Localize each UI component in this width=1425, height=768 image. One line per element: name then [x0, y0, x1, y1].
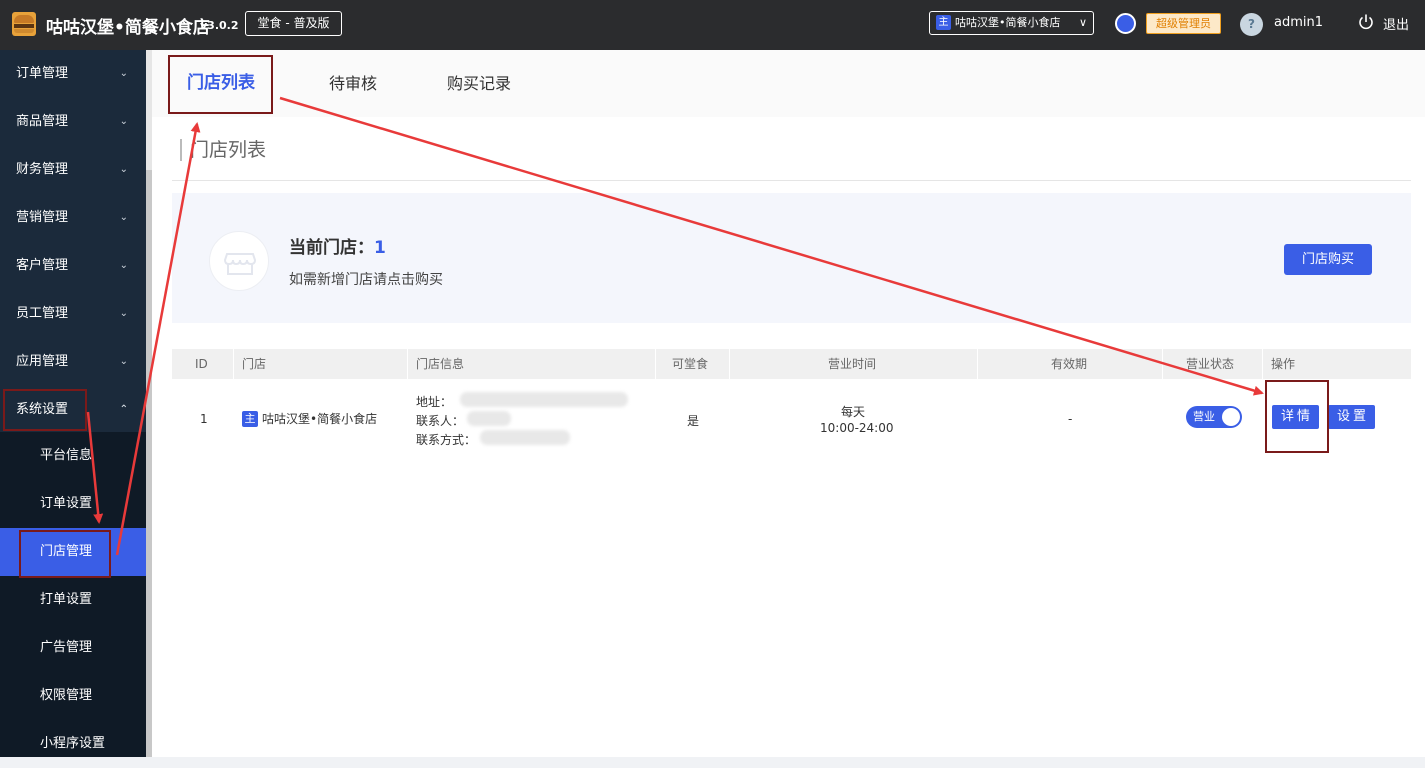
cell-hours-time: 10:00-24:00	[820, 421, 894, 435]
sidebar-item-label: 订单管理	[16, 66, 69, 81]
banner-description: 如需新增门店请点击购买	[289, 272, 443, 288]
sidebar-subitem-label: 平台信息	[40, 448, 93, 463]
status-dot-icon[interactable]	[1115, 13, 1136, 34]
current-store-heading: 当前门店：1	[289, 233, 386, 258]
redacted-address	[460, 392, 628, 407]
shop-icon	[209, 231, 269, 291]
column-header-store: 门店	[242, 357, 267, 371]
buy-store-button[interactable]: 门店购买	[1284, 244, 1372, 275]
toggle-knob	[1222, 408, 1240, 426]
sidebar-item-products[interactable]: 商品管理 ⌄	[0, 98, 146, 146]
burger-logo-icon	[12, 12, 36, 36]
system-settings-submenu: 平台信息 订单设置 门店管理 打单设置 广告管理 权限管理 小程序设置	[0, 432, 146, 757]
sidebar-subitem-order-settings[interactable]: 订单设置	[0, 480, 146, 528]
cell-validity: -	[1068, 412, 1073, 426]
page-title: 门店列表	[180, 139, 266, 161]
top-bar: 咕咕汉堡•简餐小食店 v3.0.2 堂食 - 普及版 主咕咕汉堡•简餐小食店 ∨…	[0, 0, 1425, 50]
logout-button[interactable]: 退出	[1383, 14, 1409, 33]
redacted-contact	[467, 411, 511, 426]
chevron-up-icon: ⌃	[119, 404, 128, 415]
tab-bar: 门店列表 待审核 购买记录	[152, 50, 1425, 117]
store-selector-label: 咕咕汉堡•简餐小食店	[955, 16, 1061, 29]
sidebar-subitem-label: 广告管理	[40, 640, 93, 655]
power-icon[interactable]	[1358, 13, 1374, 31]
chevron-down-icon: ⌄	[119, 356, 128, 367]
business-status-toggle[interactable]: 营业	[1186, 406, 1242, 428]
chevron-down-icon: ⌄	[119, 68, 128, 79]
role-badge: 超级管理员	[1146, 13, 1221, 34]
sidebar-item-marketing[interactable]: 营销管理 ⌄	[0, 194, 146, 242]
tab-pending-review[interactable]: 待审核	[329, 50, 377, 117]
phone-label: 联系方式：	[416, 433, 477, 447]
sidebar-item-label: 应用管理	[16, 354, 69, 369]
table-header: ID 门店 门店信息 可堂食 营业时间 有效期 营业状态 操作	[172, 349, 1411, 379]
sidebar-subitem-ads[interactable]: 广告管理	[0, 624, 146, 672]
avatar[interactable]: ?	[1240, 13, 1263, 36]
cell-hours-days: 每天	[841, 405, 866, 419]
app-title: 咕咕汉堡•简餐小食店	[46, 18, 210, 38]
sidebar-item-label: 商品管理	[16, 114, 69, 129]
toggle-label: 营业	[1193, 410, 1215, 423]
username[interactable]: admin1	[1274, 15, 1323, 30]
edition-badge[interactable]: 堂食 - 普及版	[245, 11, 342, 36]
highlight-box-store-management	[19, 530, 111, 578]
main-store-tag: 主	[242, 410, 258, 427]
sidebar-subitem-print-settings[interactable]: 打单设置	[0, 576, 146, 624]
divider	[172, 180, 1411, 181]
sidebar-subitem-miniprogram[interactable]: 小程序设置	[0, 720, 146, 768]
sidebar-item-finance[interactable]: 财务管理 ⌄	[0, 146, 146, 194]
column-header-store-info: 门店信息	[416, 357, 465, 371]
highlight-box-store-list-tab	[168, 55, 273, 114]
redacted-phone	[480, 430, 570, 445]
column-header-validity: 有效期	[1051, 357, 1088, 371]
address-label: 地址：	[416, 395, 453, 409]
sidebar-item-label: 客户管理	[16, 258, 69, 273]
column-header-id: ID	[195, 357, 208, 371]
sidebar-subitem-permissions[interactable]: 权限管理	[0, 672, 146, 720]
sidebar-subitem-label: 权限管理	[40, 688, 93, 703]
highlight-box-detail-button	[1265, 380, 1329, 453]
store-name: 咕咕汉堡•简餐小食店	[262, 412, 378, 426]
cell-id: 1	[200, 412, 208, 426]
sidebar-item-customers[interactable]: 客户管理 ⌄	[0, 242, 146, 290]
cell-dine-in: 是	[687, 414, 700, 428]
highlight-box-system-settings	[3, 389, 87, 431]
column-header-business-hours: 营业时间	[828, 357, 877, 371]
sidebar-subitem-label: 打单设置	[40, 592, 93, 607]
sidebar-item-orders[interactable]: 订单管理 ⌄	[0, 50, 146, 98]
settings-button[interactable]: 设置	[1328, 405, 1375, 429]
sidebar-item-label: 员工管理	[16, 306, 69, 321]
current-store-label: 当前门店：	[289, 238, 374, 258]
contact-label: 联系人：	[416, 414, 465, 428]
column-header-actions: 操作	[1271, 357, 1296, 371]
store-summary-banner: 当前门店：1 如需新增门店请点击购买 门店购买	[172, 193, 1411, 323]
column-header-status: 营业状态	[1186, 357, 1235, 371]
store-selector[interactable]: 主咕咕汉堡•简餐小食店 ∨	[929, 11, 1094, 35]
chevron-down-icon: ⌄	[119, 260, 128, 271]
sidebar-item-staff[interactable]: 员工管理 ⌄	[0, 290, 146, 338]
chevron-down-icon: ⌄	[119, 308, 128, 319]
chevron-down-icon: ⌄	[119, 164, 128, 175]
current-store-count: 1	[374, 238, 386, 258]
column-header-dine-in: 可堂食	[672, 357, 709, 371]
app-version: v3.0.2	[200, 19, 239, 32]
sidebar-subitem-label: 小程序设置	[40, 736, 106, 751]
sidebar-subitem-platform-info[interactable]: 平台信息	[0, 432, 146, 480]
cell-store: 主咕咕汉堡•简餐小食店	[242, 410, 377, 428]
main-store-tag: 主	[936, 14, 951, 30]
sidebar-subitem-label: 订单设置	[40, 496, 93, 511]
sidebar-item-label: 财务管理	[16, 162, 69, 177]
chevron-down-icon: ⌄	[119, 116, 128, 127]
tab-purchase-records[interactable]: 购买记录	[447, 50, 511, 117]
sidebar-item-apps[interactable]: 应用管理 ⌄	[0, 338, 146, 386]
main-content: 门店列表 当前门店：1 如需新增门店请点击购买 门店购买 ID 门店 门店信息 …	[152, 117, 1425, 757]
chevron-down-icon: ∨	[1078, 16, 1087, 29]
sidebar-item-label: 营销管理	[16, 210, 69, 225]
table-row: 1 主咕咕汉堡•简餐小食店 地址： 联系人： 联系方式： 是 每天 10:00-…	[172, 379, 1411, 459]
chevron-down-icon: ⌄	[119, 212, 128, 223]
